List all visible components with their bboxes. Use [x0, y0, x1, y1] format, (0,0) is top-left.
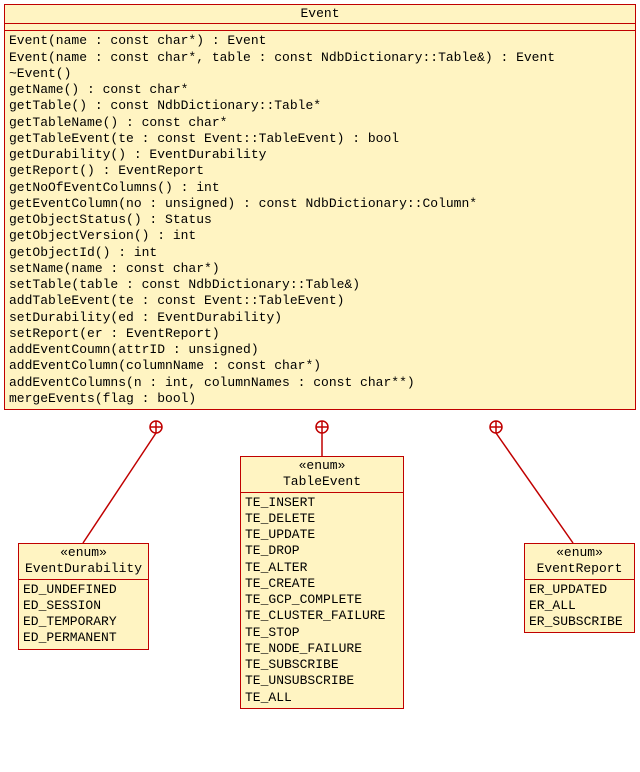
enum-eventreport: «enum» EventReport ER_UPDATEDER_ALLER_SU… [524, 543, 635, 633]
list-item: getNoOfEventColumns() : int [9, 180, 631, 196]
enum-eventdurability-values: ED_UNDEFINEDED_SESSIONED_TEMPORARYED_PER… [19, 580, 148, 649]
list-item: TE_CLUSTER_FAILURE [245, 608, 399, 624]
list-item: TE_ALL [245, 690, 399, 706]
list-item: setName(name : const char*) [9, 261, 631, 277]
list-item: getTableName() : const char* [9, 115, 631, 131]
list-item: setTable(table : const NdbDictionary::Ta… [9, 277, 631, 293]
enum-tableevent-title: «enum» TableEvent [241, 457, 403, 493]
list-item: ED_TEMPORARY [23, 614, 144, 630]
list-item: addTableEvent(te : const Event::TableEve… [9, 293, 631, 309]
class-event-ops: Event(name : const char*) : EventEvent(n… [5, 31, 635, 409]
enum-tableevent-name: TableEvent [244, 474, 400, 490]
list-item: TE_GCP_COMPLETE [245, 592, 399, 608]
list-item: TE_UNSUBSCRIBE [245, 673, 399, 689]
list-item: TE_UPDATE [245, 527, 399, 543]
enum-tableevent-values: TE_INSERTTE_DELETETE_UPDATETE_DROPTE_ALT… [241, 493, 403, 708]
list-item: TE_DROP [245, 543, 399, 559]
list-item: setReport(er : EventReport) [9, 326, 631, 342]
class-event: Event Event(name : const char*) : EventE… [4, 4, 636, 410]
list-item: TE_STOP [245, 625, 399, 641]
list-item: ER_SUBSCRIBE [529, 614, 630, 630]
enum-eventreport-name: EventReport [528, 561, 631, 577]
list-item: getEventColumn(no : unsigned) : const Nd… [9, 196, 631, 212]
stereotype-label: «enum» [244, 458, 400, 474]
enum-eventdurability-name: EventDurability [22, 561, 145, 577]
enum-eventdurability-title: «enum» EventDurability [19, 544, 148, 580]
list-item: getTableEvent(te : const Event::TableEve… [9, 131, 631, 147]
enum-eventreport-values: ER_UPDATEDER_ALLER_SUBSCRIBE [525, 580, 634, 633]
list-item: getName() : const char* [9, 82, 631, 98]
list-item: addEventColumns(n : int, columnNames : c… [9, 375, 631, 391]
enum-eventreport-title: «enum» EventReport [525, 544, 634, 580]
list-item: TE_ALTER [245, 560, 399, 576]
stereotype-label: «enum» [528, 545, 631, 561]
list-item: TE_DELETE [245, 511, 399, 527]
list-item: Event(name : const char*, table : const … [9, 50, 631, 66]
list-item: TE_INSERT [245, 495, 399, 511]
enum-eventdurability: «enum» EventDurability ED_UNDEFINEDED_SE… [18, 543, 149, 650]
list-item: getDurability() : EventDurability [9, 147, 631, 163]
stereotype-label: «enum» [22, 545, 145, 561]
list-item: ER_UPDATED [529, 582, 630, 598]
list-item: addEventColumn(columnName : const char*) [9, 358, 631, 374]
list-item: getReport() : EventReport [9, 163, 631, 179]
list-item: getObjectStatus() : Status [9, 212, 631, 228]
list-item: ER_ALL [529, 598, 630, 614]
list-item: getTable() : const NdbDictionary::Table* [9, 98, 631, 114]
list-item: TE_SUBSCRIBE [245, 657, 399, 673]
list-item: ED_UNDEFINED [23, 582, 144, 598]
enum-tableevent: «enum» TableEvent TE_INSERTTE_DELETETE_U… [240, 456, 404, 709]
class-event-attrs [5, 24, 635, 31]
list-item: addEventCoumn(attrID : unsigned) [9, 342, 631, 358]
list-item: mergeEvents(flag : bool) [9, 391, 631, 407]
list-item: ED_PERMANENT [23, 630, 144, 646]
list-item: TE_NODE_FAILURE [245, 641, 399, 657]
list-item: Event(name : const char*) : Event [9, 33, 631, 49]
list-item: getObjectVersion() : int [9, 228, 631, 244]
class-event-title: Event [5, 5, 635, 24]
list-item: setDurability(ed : EventDurability) [9, 310, 631, 326]
list-item: ED_SESSION [23, 598, 144, 614]
list-item: TE_CREATE [245, 576, 399, 592]
list-item: getObjectId() : int [9, 245, 631, 261]
list-item: ~Event() [9, 66, 631, 82]
